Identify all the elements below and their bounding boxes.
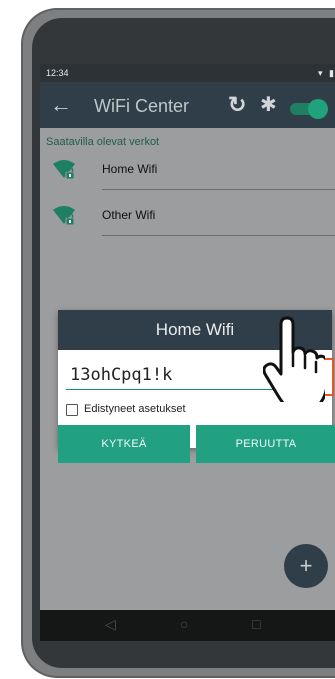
status-bar: 12:34 ▾ ▮ bbox=[40, 64, 335, 82]
add-network-button[interactable]: + bbox=[284, 544, 328, 588]
advanced-settings-label: Edistyneet asetukset bbox=[84, 403, 186, 415]
hand-pointer-icon bbox=[263, 316, 325, 402]
available-networks-heading: Saatavilla olevat verkot bbox=[46, 136, 160, 148]
status-time: 12:34 bbox=[46, 68, 69, 78]
wifi-lock-icon bbox=[53, 160, 75, 180]
password-input[interactable]: 13ohCpq1!k bbox=[66, 360, 276, 390]
wifi-toggle[interactable] bbox=[290, 99, 328, 119]
navigation-bar: ◁ ○ □ bbox=[40, 610, 335, 641]
wifi-lock-icon bbox=[53, 206, 75, 226]
network-label: Other Wifi bbox=[102, 208, 156, 222]
app-bar: ← WiFi Center ↻ ✱ bbox=[40, 82, 335, 128]
status-icons: ▾ ▮ bbox=[318, 68, 335, 78]
refresh-icon[interactable]: ↻ bbox=[228, 92, 246, 118]
network-item-home-wifi[interactable]: Home Wifi bbox=[40, 150, 335, 192]
nav-recent-icon[interactable]: □ bbox=[252, 616, 260, 632]
wifi-toggle-knob bbox=[308, 99, 328, 119]
connect-button[interactable]: KYTKEÄ bbox=[58, 425, 190, 463]
network-item-other-wifi[interactable]: Other Wifi bbox=[40, 196, 335, 238]
gear-icon[interactable]: ✱ bbox=[260, 92, 277, 118]
list-divider bbox=[102, 189, 335, 190]
advanced-settings-checkbox[interactable] bbox=[66, 404, 78, 416]
cancel-button[interactable]: PERUUTTA bbox=[196, 425, 335, 463]
app-title: WiFi Center bbox=[94, 96, 190, 116]
nav-home-icon[interactable]: ○ bbox=[180, 616, 188, 632]
network-label: Home Wifi bbox=[102, 162, 158, 176]
list-divider bbox=[102, 235, 335, 236]
nav-back-icon[interactable]: ◁ bbox=[105, 616, 116, 633]
back-arrow-icon[interactable]: ← bbox=[50, 91, 72, 119]
